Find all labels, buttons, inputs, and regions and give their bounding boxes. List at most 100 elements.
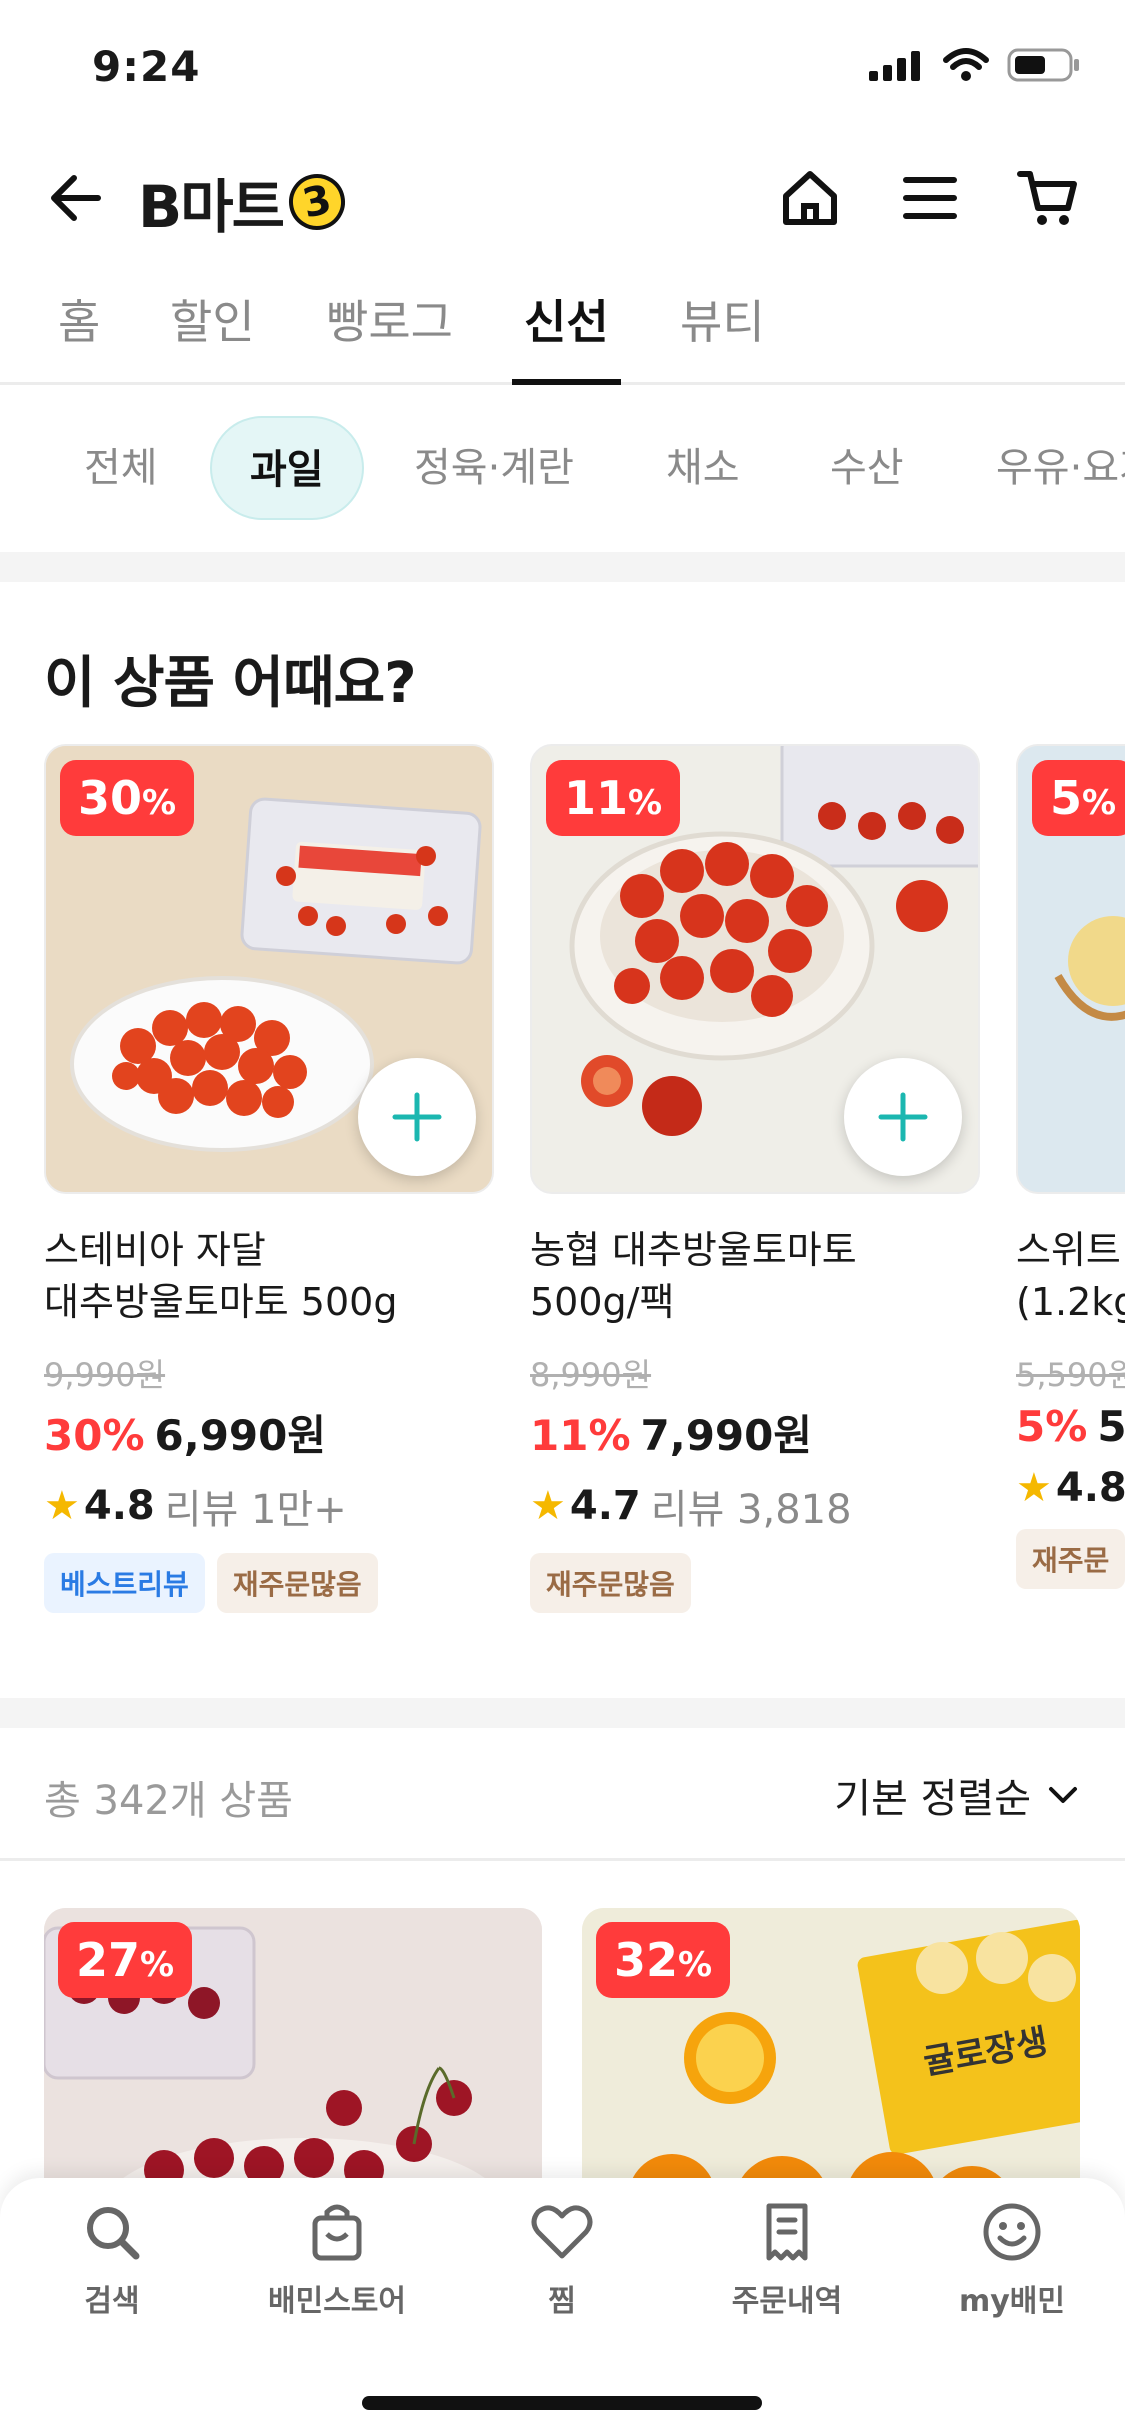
discount-badge: 11% [546,760,681,836]
nav-order-history[interactable]: 주문내역 [697,2200,877,2320]
back-button[interactable] [44,166,108,230]
shopping-bag-icon [312,2204,362,2261]
product-name: 스위트 (1.2kg [1016,1228,1125,1324]
cart-button[interactable] [1016,166,1080,230]
product-count: 총 342개 상품 [44,1778,293,1824]
sale-price: 7,990원 [640,1411,813,1460]
rating-value: 4.8 [1055,1465,1125,1511]
discount-badge: 27% [58,1922,193,1998]
home-icon [783,171,837,225]
top-tab-bar: 홈 할인 빵로그 신선 뷰티 [0,282,1125,385]
star-icon: ★ [530,1483,566,1529]
rating-value: 4.8 [83,1483,155,1529]
product-card[interactable]: 11% 농협 대추방울토마토 500g/팩 8,990원 11% 7,990원 ★… [530,744,980,1613]
status-icons [869,48,1081,82]
sort-label: 기본 정렬순 [834,1776,1031,1822]
nav-baemin-store[interactable]: 배민스토어 [247,2200,427,2320]
cart-icon [1017,171,1077,225]
rating-row: ★ 4.7 리뷰 3,818 [530,1477,980,1535]
product-card[interactable]: 5% 스위트 (1.2kg 5,590원 5%5, ★ 4.8 재주문 [1016,744,1125,1589]
discount-value: 32 [614,1933,679,1987]
tab-home[interactable]: 홈 [58,282,100,382]
signal-icon [869,51,920,81]
rating-row: ★ 4.8 리뷰 1만+ [44,1477,494,1535]
wifi-icon [943,48,989,81]
nav-label: 찜 [548,2284,576,2319]
percent-sign: % [142,783,177,823]
category-meat-egg[interactable]: 정육·계란 [414,416,574,520]
tab-bread-log[interactable]: 빵로그 [326,282,453,382]
rating-value: 4.7 [569,1483,641,1529]
chevron-down-icon [1049,1787,1077,1803]
home-indicator [362,2396,762,2410]
heart-icon [531,2205,593,2259]
discount-percent: 5% [1016,1402,1088,1451]
original-price: 5,590원 [1016,1356,1125,1394]
tab-fresh[interactable]: 신선 [512,282,621,385]
sale-price: 5, [1097,1402,1125,1451]
rating-row: ★ 4.8 [1016,1465,1125,1511]
product-name: 농협 대추방울토마토 500g/팩 [530,1228,857,1324]
sale-price: 6,990원 [154,1411,327,1460]
add-to-cart-button[interactable] [358,1058,476,1176]
tag-reorder: 재주문많음 [530,1553,691,1613]
product-image: 30% [44,744,494,1194]
percent-sign: % [678,1945,713,1985]
plus-icon [878,1092,928,1142]
price-row: 5%5, [1016,1402,1125,1451]
original-price: 9,990원 [44,1356,166,1394]
percent-sign: % [628,783,663,823]
discount-value: 5 [1050,771,1083,825]
price-row: 30% 6,990원 [44,1402,494,1463]
nav-label: 주문내역 [731,2284,843,2319]
menu-button[interactable] [898,166,962,230]
price-row: 11% 7,990원 [530,1402,980,1463]
grid-product-card[interactable]: 27% [44,1908,542,2208]
add-to-cart-button[interactable] [844,1058,962,1176]
percent-sign: % [1082,783,1117,823]
plus-icon [392,1092,442,1142]
star-icon: ★ [44,1483,80,1529]
category-fruit[interactable]: 과일 [210,416,364,520]
search-icon [87,2207,140,2260]
percent-sign: % [140,1945,175,1985]
category-all[interactable]: 전체 [84,416,158,520]
tag-list: 베스트리뷰 재주문많음 [44,1553,494,1613]
section-divider [0,1698,1125,1728]
nav-label: 배민스토어 [268,2284,406,2319]
tag-list: 재주문많음 [530,1553,980,1613]
tag-best-review: 베스트리뷰 [44,1553,205,1613]
discount-badge: 32% [596,1922,731,1998]
discount-value: 27 [76,1933,141,1987]
nav-search[interactable]: 검색 [22,2200,202,2320]
tab-discount[interactable]: 할인 [170,282,255,382]
star-icon: ★ [1016,1465,1052,1511]
nav-my-baemin[interactable]: my배민 [922,2200,1102,2320]
tag-reorder: 재주문 [1016,1529,1125,1589]
discount-value: 30 [78,771,143,825]
discount-badge: 5% [1032,760,1125,836]
sort-dropdown[interactable]: 기본 정렬순 [834,1766,1081,1824]
home-button[interactable] [778,166,842,230]
discount-percent: 30% [44,1411,145,1460]
section-divider [0,552,1125,582]
category-vegetable[interactable]: 채소 [666,416,740,520]
category-seafood[interactable]: 수산 [830,416,904,520]
tab-beauty[interactable]: 뷰티 [680,282,765,382]
discount-badge: 30% [60,760,195,836]
discount-value: 11 [564,771,629,825]
bmart-logo[interactable]: B마트 3 [138,160,351,244]
logo-badge: 3 [283,168,351,236]
product-image: 5% [1016,744,1125,1194]
grid-product-card[interactable]: 귤로장생 32% [582,1908,1080,2208]
status-time: 9:24 [92,42,201,91]
product-name: 스테비아 자달 대추방울토마토 500g [44,1228,398,1324]
list-divider [0,1858,1125,1861]
category-dairy[interactable]: 우유·요거 [996,416,1125,520]
nav-wishlist[interactable]: 찜 [472,2200,652,2320]
product-card[interactable]: 30% 스테비아 자달 대추방울토마토 500g 9,990원 30% 6,990… [44,744,494,1613]
smile-face-icon [983,2203,1041,2261]
tag-reorder: 재주문많음 [216,1553,378,1613]
review-count: 리뷰 3,818 [650,1487,852,1533]
discount-percent: 11% [530,1411,631,1460]
